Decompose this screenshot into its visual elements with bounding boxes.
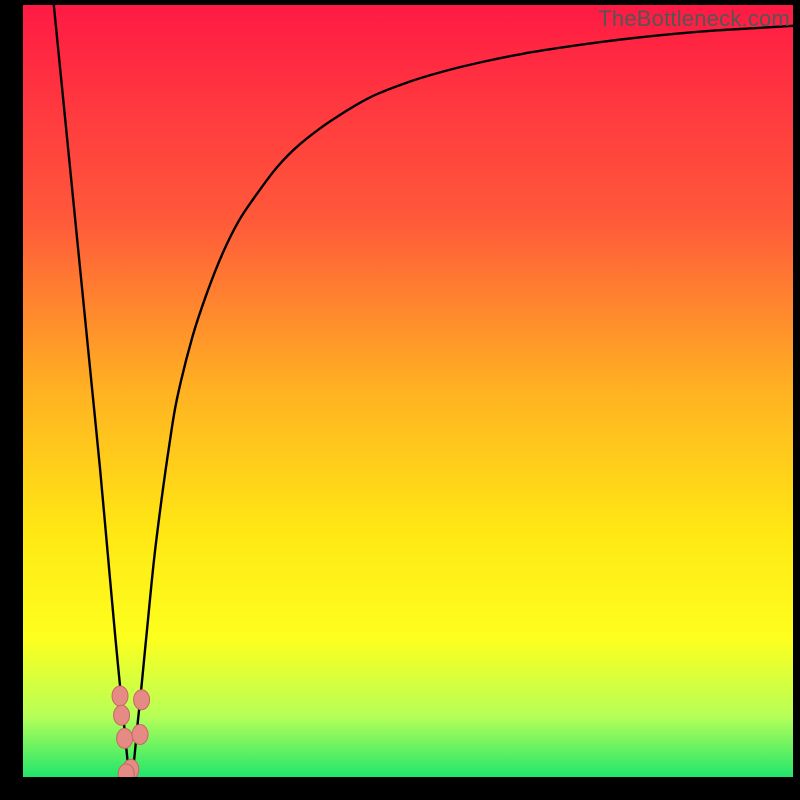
watermark-text: TheBottleneck.com bbox=[598, 6, 790, 32]
data-point bbox=[112, 686, 128, 706]
data-point bbox=[134, 690, 150, 710]
chart-frame: TheBottleneck.com bbox=[0, 0, 800, 800]
curve-layer bbox=[23, 5, 793, 777]
data-point bbox=[132, 725, 148, 745]
scatter-points bbox=[112, 686, 150, 777]
bottleneck-curve bbox=[54, 5, 793, 777]
data-point bbox=[117, 728, 133, 748]
data-point bbox=[114, 705, 130, 725]
plot-area bbox=[23, 5, 793, 777]
